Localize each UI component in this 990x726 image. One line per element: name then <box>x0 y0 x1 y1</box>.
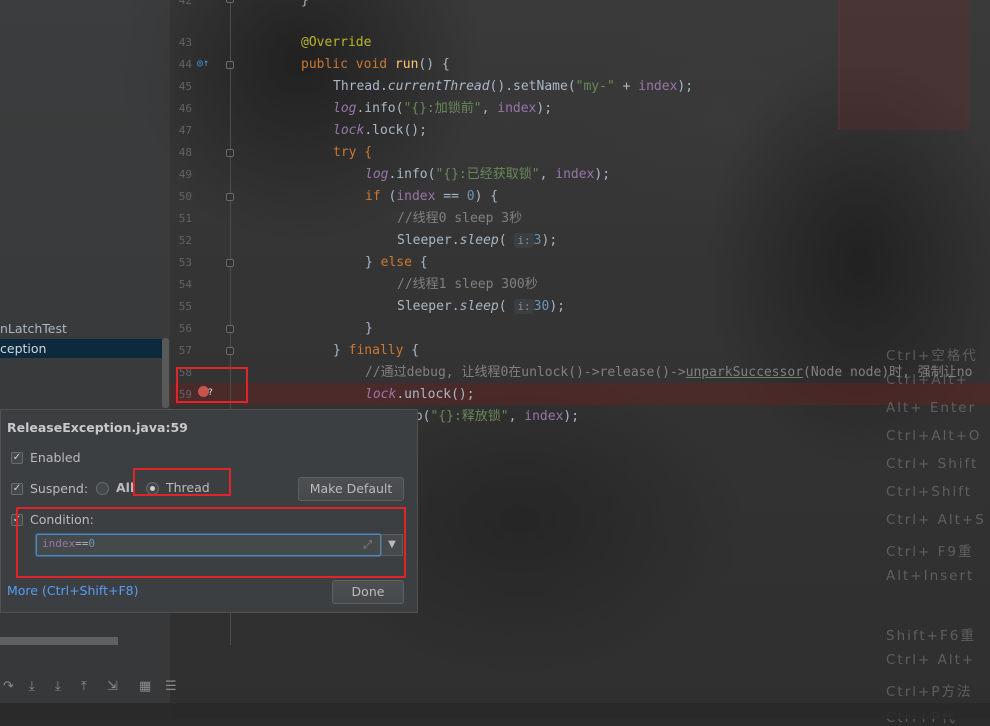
fold-icon[interactable] <box>226 0 234 3</box>
line-number: 58 <box>178 366 192 379</box>
line-number: 59 <box>178 388 192 401</box>
override-gutter-icon[interactable]: ◎↑ <box>197 58 209 69</box>
code-line: try { <box>333 145 373 160</box>
code-line: Thread.currentThread().setName("my-" + i… <box>333 79 694 94</box>
done-button[interactable]: Done <box>332 580 404 604</box>
line-number: 57 <box>178 344 192 357</box>
more-link[interactable]: More (Ctrl+Shift+F8) <box>7 583 138 598</box>
line-number: 53 <box>178 256 192 269</box>
keymap-hint: Ctrl+Alt+ <box>886 372 969 388</box>
make-default-button[interactable]: Make Default <box>298 477 404 501</box>
line-number: 50 <box>178 190 192 203</box>
line-number: 45 <box>178 80 192 93</box>
keymap-hint: Ctrl+ Alt+ <box>886 652 976 668</box>
popup-title: ReleaseException.java:59 <box>7 420 188 435</box>
code-line: public void run() { <box>301 57 450 72</box>
line-number: 46 <box>178 102 192 115</box>
code-line: log.info("{}:已经获取锁", index); <box>365 167 611 182</box>
suspend-thread-radio[interactable] <box>146 482 159 495</box>
step-into-icon[interactable]: ⤓ <box>29 679 35 694</box>
suspend-all-radio[interactable] <box>96 482 109 495</box>
keymap-hint: Ctrl+ F9重 <box>886 544 974 560</box>
project-item-release-exception[interactable]: ception <box>0 339 162 358</box>
code-line: } else { <box>365 255 428 270</box>
code-line: @Override <box>301 35 372 50</box>
run-to-cursor-icon[interactable]: ⇲ <box>107 679 118 694</box>
line-number: 43 <box>178 36 192 49</box>
keymap-hint: Ctrl+空格代 <box>886 348 978 364</box>
fold-icon[interactable] <box>226 149 234 157</box>
suspend-all-label: All <box>116 480 135 495</box>
code-line: fo("{}:释放锁", index); <box>407 409 580 424</box>
line-number: 49 <box>178 168 192 181</box>
code-line: if (index == 0) { <box>365 189 499 204</box>
suspend-label: Suspend: <box>30 481 89 496</box>
debug-toolbar: ↷ ⤓ ⤓ ⤒ ⇲ ▦ ☰ <box>0 676 185 700</box>
line-number: 52 <box>178 234 192 247</box>
condition-value: index==0 <box>42 537 95 550</box>
code-line: } finally { <box>333 343 420 358</box>
project-panel-hscrollbar[interactable] <box>0 637 118 645</box>
condition-label: Condition: <box>30 512 94 527</box>
breakpoint-popup: ReleaseException.java:59 ✓ Enabled ✓ Sus… <box>0 409 418 613</box>
fold-icon[interactable] <box>226 347 234 355</box>
code-line: //通过debug, 让线程0在unlock()->release()->unp… <box>365 365 973 380</box>
fold-icon[interactable] <box>226 61 234 69</box>
code-line: lock.lock(); <box>333 123 427 138</box>
keymap-hint: Alt+Insert <box>886 568 975 584</box>
line-number: 48 <box>178 146 192 159</box>
expand-icon[interactable]: ⤢ <box>363 538 372 552</box>
fold-icon[interactable] <box>226 325 234 333</box>
fold-icon[interactable] <box>226 259 234 267</box>
condition-input[interactable]: index==0 ⤢ <box>36 534 381 556</box>
keymap-hint: Ctrl+Shift <box>886 484 973 500</box>
step-out-icon[interactable]: ⤒ <box>81 679 87 694</box>
project-panel-scrollbar[interactable] <box>162 338 169 408</box>
keymap-hint: Ctrl+ Shift <box>886 456 979 472</box>
keymap-hint: Ctrl+Alt+O <box>886 428 982 444</box>
condition-checkbox[interactable]: ✓ <box>11 514 23 526</box>
code-line: } <box>301 0 309 8</box>
line-number: 42 <box>178 0 192 7</box>
conditional-breakpoint-marker: ? <box>208 388 213 398</box>
enabled-checkbox[interactable]: ✓ <box>11 452 23 464</box>
code-line: lock.unlock(); <box>365 387 475 402</box>
breakpoint-line-highlight <box>170 383 990 405</box>
line-number: 54 <box>178 278 192 291</box>
enabled-label: Enabled <box>30 450 81 465</box>
code-line: } <box>365 321 373 336</box>
line-number: 55 <box>178 300 192 313</box>
suspend-thread-label: Thread <box>166 480 210 495</box>
line-number: 44 <box>178 58 192 71</box>
line-number: 51 <box>178 212 192 225</box>
line-number: 56 <box>178 322 192 335</box>
status-bar <box>0 703 990 719</box>
condition-history-dropdown[interactable]: ▼ <box>381 534 403 556</box>
project-item-latch-test[interactable]: nLatchTest <box>0 319 67 338</box>
code-line: Sleeper.sleep( i: 3); <box>397 233 558 248</box>
keymap-hint: Ctrl+P方法 <box>886 684 973 700</box>
trace-icon[interactable]: ☰ <box>165 679 177 694</box>
code-line: Sleeper.sleep( i: 30); <box>397 299 565 314</box>
fold-icon[interactable] <box>226 193 234 201</box>
code-line: log.info("{}:加锁前", index); <box>333 101 553 116</box>
keymap-hint: Alt+ Enter <box>886 400 977 416</box>
keymap-hint: Shift+F6重 <box>886 628 976 644</box>
code-line: //线程0 sleep 3秒 <box>397 211 523 226</box>
evaluate-icon[interactable]: ▦ <box>139 679 151 694</box>
suspend-checkbox[interactable]: ✓ <box>11 483 23 495</box>
step-over-icon[interactable]: ↷ <box>3 679 14 694</box>
line-number: 47 <box>178 124 192 137</box>
force-step-into-icon[interactable]: ⤓ <box>55 679 61 694</box>
code-line: //线程1 sleep 300秒 <box>397 277 538 292</box>
keymap-hint: Ctrl+ Alt+S <box>886 512 986 528</box>
